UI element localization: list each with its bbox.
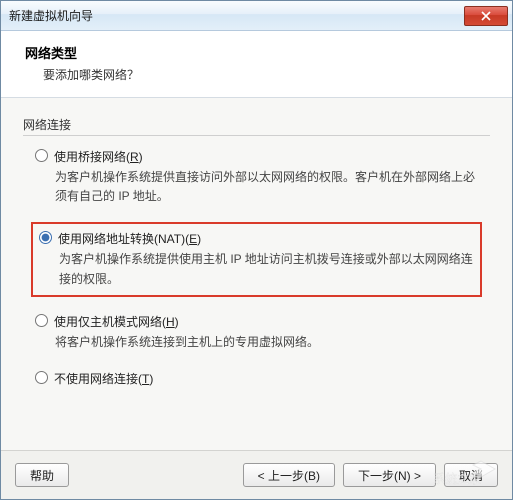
cancel-button[interactable]: 取消 xyxy=(444,463,498,487)
back-button[interactable]: < 上一步(B) xyxy=(243,463,335,487)
radio-bridged-label: 使用桥接网络(R) xyxy=(54,148,143,165)
radio-bridged[interactable] xyxy=(35,149,48,162)
header-panel: 网络类型 要添加哪类网络？ xyxy=(1,31,512,98)
close-button[interactable] xyxy=(464,6,508,26)
radio-hostonly-desc: 将客户机操作系统连接到主机上的专用虚拟网络。 xyxy=(55,333,478,352)
radio-option-none[interactable]: 不使用网络连接(T) xyxy=(31,368,482,389)
radio-nat-desc: 为客户机操作系统提供使用主机 IP 地址访问主机拨号连接或外部以太网网络连接的权… xyxy=(59,250,474,288)
page-title: 网络类型 xyxy=(25,43,488,62)
group-label: 网络连接 xyxy=(23,116,490,133)
radio-nat-label: 使用网络地址转换(NAT)(E) xyxy=(58,230,201,247)
radio-option-hostonly[interactable]: 使用仅主机模式网络(H) 将客户机操作系统连接到主机上的专用虚拟网络。 xyxy=(31,311,482,354)
content-panel: 网络连接 使用桥接网络(R) 为客户机操作系统提供直接访问外部以太网网络的权限。… xyxy=(1,98,512,450)
radio-nat[interactable] xyxy=(39,231,52,244)
radio-none-label: 不使用网络连接(T) xyxy=(54,370,153,387)
next-button[interactable]: 下一步(N) > xyxy=(343,463,436,487)
wizard-window: 新建虚拟机向导 网络类型 要添加哪类网络？ 网络连接 使用桥接网络(R) 为客户… xyxy=(0,0,513,500)
window-title: 新建虚拟机向导 xyxy=(9,7,93,24)
radio-option-nat[interactable]: 使用网络地址转换(NAT)(E) 为客户机操作系统提供使用主机 IP 地址访问主… xyxy=(31,222,482,296)
radio-hostonly[interactable] xyxy=(35,314,48,327)
page-description: 要添加哪类网络？ xyxy=(43,66,488,83)
radio-hostonly-label: 使用仅主机模式网络(H) xyxy=(54,313,179,330)
radio-none[interactable] xyxy=(35,371,48,384)
divider xyxy=(23,135,490,136)
network-radio-group: 使用桥接网络(R) 为客户机操作系统提供直接访问外部以太网网络的权限。客户机在外… xyxy=(23,146,490,389)
titlebar: 新建虚拟机向导 xyxy=(1,1,512,31)
radio-bridged-desc: 为客户机操作系统提供直接访问外部以太网网络的权限。客户机在外部网络上必须有自己的… xyxy=(55,168,478,206)
radio-option-bridged[interactable]: 使用桥接网络(R) 为客户机操作系统提供直接访问外部以太网网络的权限。客户机在外… xyxy=(31,146,482,208)
help-button[interactable]: 帮助 xyxy=(15,463,69,487)
close-icon xyxy=(481,11,491,21)
button-bar: 帮助 < 上一步(B) 下一步(N) > 取消 xyxy=(1,450,512,499)
